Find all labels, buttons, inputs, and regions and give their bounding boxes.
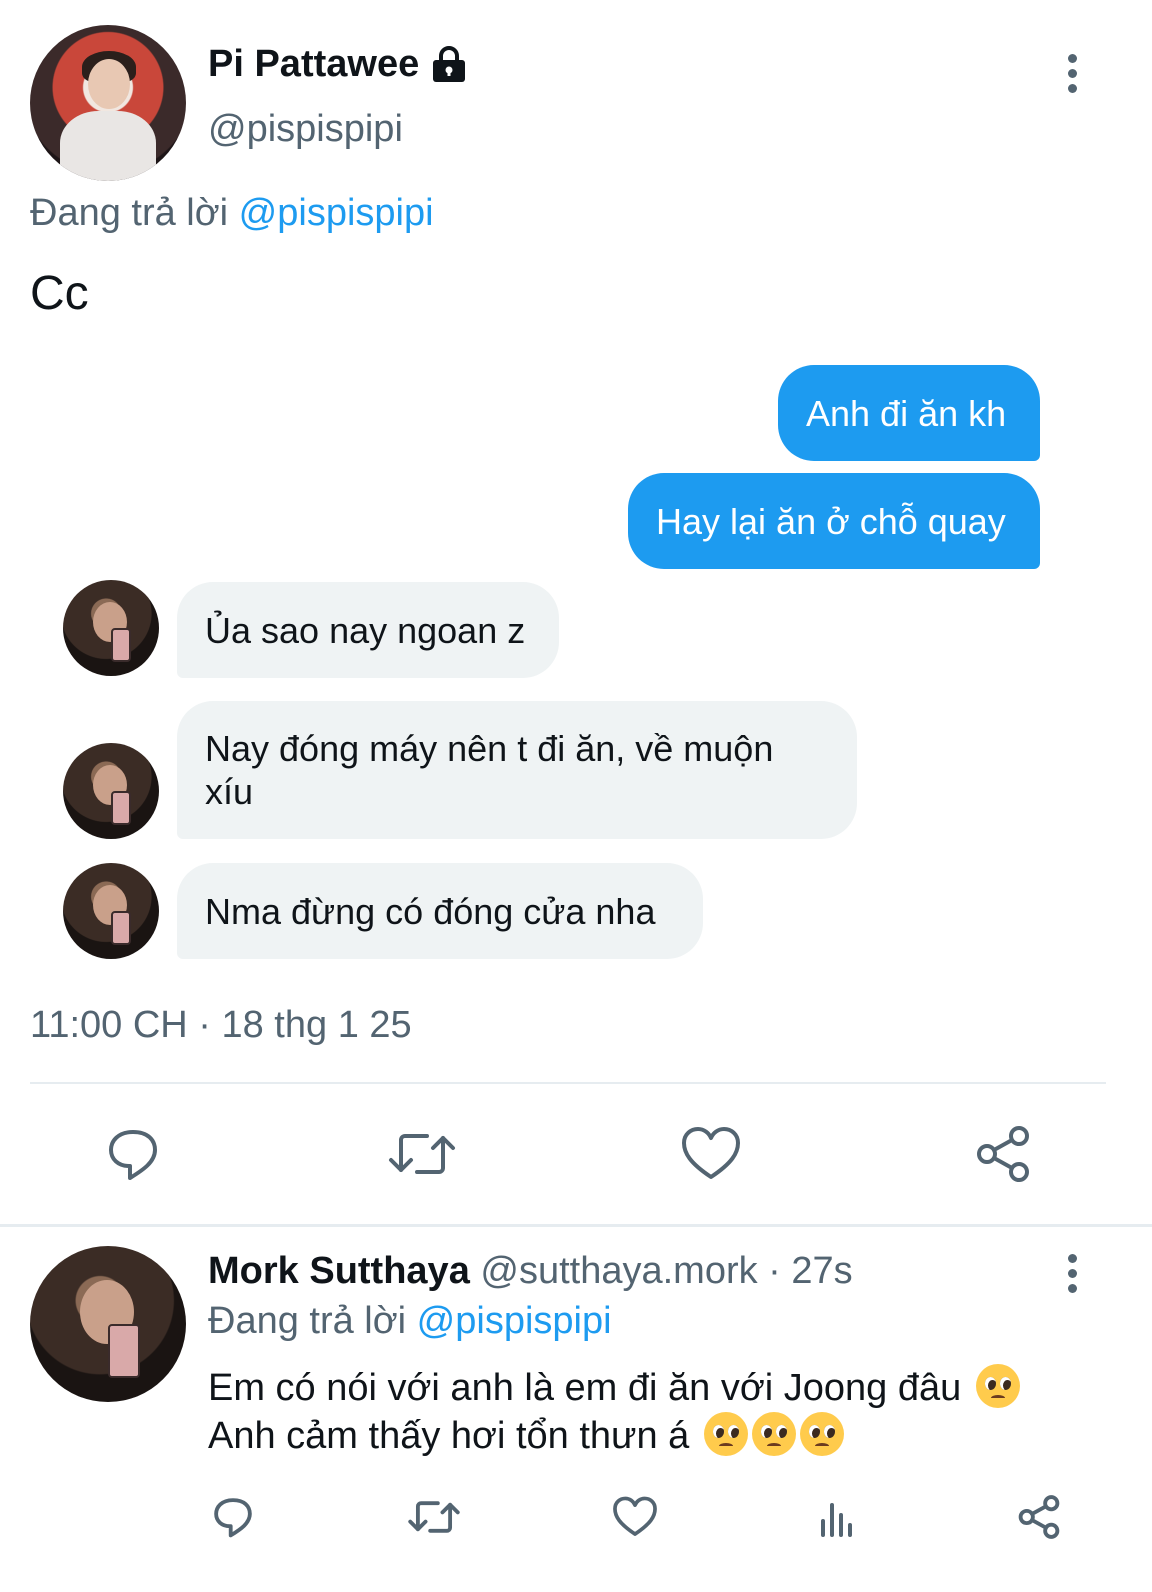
chat-avatar <box>63 863 159 959</box>
more-options-icon[interactable] <box>1064 52 1080 96</box>
chat-bubble-sent: Anh đi ăn kh <box>778 365 1040 461</box>
chat-message: Hay lại ăn ở chỗ quay <box>656 500 1006 542</box>
tweet-timestamp[interactable]: 11:00 CH · 18 thg 1 25 <box>30 1004 412 1047</box>
reply-author-avatar[interactable] <box>30 1246 186 1402</box>
replying-mention-link[interactable]: @pispispipi <box>417 1300 612 1342</box>
chat-bubble-received: Ủa sao nay ngoan z <box>177 582 559 678</box>
chat-avatar <box>63 580 159 676</box>
author-avatar[interactable] <box>30 25 186 181</box>
author-name-row[interactable]: Pi Pattawee <box>208 43 469 86</box>
chat-message-line: Nay đóng máy nên t đi ăn, về muộn <box>205 728 774 769</box>
heart-icon <box>613 1496 657 1536</box>
replying-mention-link[interactable]: @pispispipi <box>239 192 434 234</box>
reply-button[interactable] <box>98 1122 168 1186</box>
pleading-face-emoji <box>799 1412 844 1456</box>
divider <box>30 1082 1106 1084</box>
reply-icon <box>214 1498 252 1538</box>
reply-icon <box>109 1130 157 1180</box>
chat-avatar <box>63 743 159 839</box>
chat-bubble-received: Nay đóng máy nên t đi ăn, về muộn xíu <box>177 701 857 839</box>
reply-text: Em có nói với anh là em đi ăn với Joong … <box>208 1364 1020 1460</box>
replying-prefix: Đang trả lời <box>30 192 229 234</box>
like-button[interactable] <box>676 1122 746 1186</box>
reply-share-button[interactable] <box>1014 1492 1064 1542</box>
replying-prefix: Đang trả lời <box>208 1300 407 1342</box>
lock-icon <box>429 45 469 85</box>
reply-author-handle-time[interactable]: @sutthaya.mork · 27s <box>480 1250 852 1292</box>
reply-more-options-icon[interactable] <box>1064 1252 1080 1296</box>
reply-author-name[interactable]: Mork Sutthaya <box>208 1250 470 1292</box>
pleading-face-emoji <box>975 1364 1020 1408</box>
chat-message: Anh đi ăn kh <box>806 392 1007 434</box>
chat-message-line: xíu <box>205 771 254 812</box>
retweet-button[interactable] <box>386 1122 458 1186</box>
replying-to: Đang trả lời @pispispipi <box>30 192 434 235</box>
share-icon <box>1018 1495 1060 1539</box>
reply-text-line: Em có nói với anh là em đi ăn với Joong … <box>208 1364 1020 1412</box>
chat-message: Ủa sao nay ngoan z <box>205 609 526 651</box>
reply-text-line: Anh cảm thấy hơi tổn thưn á <box>208 1412 1020 1460</box>
reply-text-line-1: Em có nói với anh là em đi ăn với Joong … <box>208 1367 962 1409</box>
reply-retweet-button[interactable] <box>406 1492 462 1542</box>
tweet-text: Cc <box>30 267 89 320</box>
section-divider <box>0 1224 1152 1227</box>
reply-reply-button[interactable] <box>208 1492 258 1542</box>
retweet-icon <box>389 1134 455 1174</box>
reply-author-row[interactable]: Mork Sutthaya @sutthaya.mork · 27s <box>208 1250 853 1293</box>
chat-message: Nma đừng có đóng cửa nha <box>205 890 656 932</box>
author-handle[interactable]: @pispispipi <box>208 108 403 151</box>
reply-analytics-button[interactable] <box>812 1494 862 1544</box>
reply-like-button[interactable] <box>610 1492 660 1542</box>
pleading-face-emoji <box>703 1412 748 1456</box>
share-icon <box>977 1126 1029 1182</box>
analytics-icon <box>821 1503 852 1537</box>
share-button[interactable] <box>970 1122 1036 1186</box>
author-display-name[interactable]: Pi Pattawee <box>208 43 419 86</box>
reply-replying-to: Đang trả lời @pispispipi <box>208 1300 612 1343</box>
heart-icon <box>682 1127 740 1179</box>
chat-bubble-sent: Hay lại ăn ở chỗ quay <box>628 473 1040 569</box>
retweet-icon <box>408 1501 460 1533</box>
reply-text-line-2: Anh cảm thấy hơi tổn thưn á <box>208 1415 690 1457</box>
chat-bubble-received: Nma đừng có đóng cửa nha <box>177 863 703 959</box>
pleading-face-emoji <box>751 1412 796 1456</box>
